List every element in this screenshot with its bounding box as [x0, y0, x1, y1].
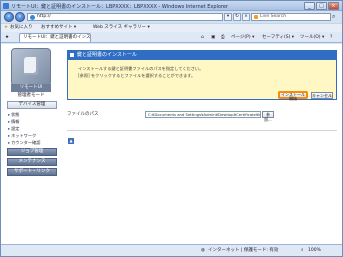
browse-button[interactable]: 参照...: [262, 111, 274, 122]
suggested-sites-link[interactable]: おすすめサイト ▾: [41, 24, 76, 32]
favorites-button[interactable]: お気に入り: [10, 24, 33, 32]
back-to-top-icon[interactable]: ▲: [68, 138, 74, 144]
browser-window: リモートUI：鍵と証明書のインストール：LBPXXXX：LBPXXXX - Wi…: [0, 0, 343, 257]
dialog-body: インストールする鍵と証明書ファイルのパスを指定してください。 [参照] をクリッ…: [67, 60, 337, 101]
ie-page-icon: [30, 15, 35, 20]
tab-bar: ★ リモートUI：鍵と証明書のインストール：LB... ⌂ ▣ ⎙ ページ(P)…: [1, 32, 342, 43]
status-bar: ◍ インターネット | 保護モード: 有効 ⌕ 100%: [1, 244, 342, 256]
file-path-input[interactable]: C:¥Documents and Settings¥Admin¥Desktop¥…: [145, 111, 261, 118]
page-content: リモートUI 管理者モード デバイス管理 状態 情報 設定 ネットワーク カウン…: [1, 44, 342, 244]
address-url: http://: [37, 14, 51, 19]
sidebar-item-status[interactable]: 状態: [8, 112, 19, 118]
favorites-bar: ★ お気に入り おすすめサイト ▾ Web スライス ギャラリー ▾: [1, 23, 342, 32]
back-button[interactable]: ‹: [4, 12, 14, 22]
search-input[interactable]: Live Search ⌕: [251, 13, 335, 21]
cancel-button[interactable]: キャンセル: [311, 92, 333, 99]
job-manager-button[interactable]: ジョブ管理: [7, 148, 57, 156]
title-bar: リモートUI：鍵と証明書のインストール：LBPXXXX：LBPXXXX - Wi…: [1, 1, 342, 11]
sidebar-item-counter[interactable]: カウンター確認: [8, 140, 40, 146]
remote-ui-logo: [11, 48, 51, 86]
maximize-button[interactable]: □: [316, 2, 327, 10]
feeds-icon[interactable]: ▣: [211, 34, 215, 41]
forward-button[interactable]: ›: [15, 12, 25, 22]
search-placeholder: Live Search: [260, 14, 287, 19]
tools-menu[interactable]: ツール(O) ▾: [300, 34, 324, 41]
dialog-title-bar: 鍵と証明書のインストール: [67, 50, 337, 60]
search-icon[interactable]: ⌕: [332, 13, 340, 21]
divider: [67, 130, 337, 131]
refresh-button[interactable]: ↻: [233, 13, 241, 21]
print-icon[interactable]: ⎙: [221, 34, 225, 41]
page-title: 鍵と証明書のインストール: [77, 52, 137, 58]
live-search-icon: [254, 15, 258, 19]
safety-menu[interactable]: セーフティ(S) ▾: [262, 34, 294, 41]
start-install-button[interactable]: インストール開始: [278, 91, 308, 101]
instruction-line-2: [参照] をクリックするとファイルを選択することができます。: [78, 73, 196, 78]
sidebar-item-settings[interactable]: 設定: [8, 126, 19, 132]
address-bar-row: ‹ › http:// ▾ ↻ × Live Search ⌕: [1, 11, 342, 23]
favorites-center-icon[interactable]: ★: [5, 34, 9, 41]
page-menu[interactable]: ページ(P) ▾: [231, 34, 254, 41]
main-panel: 鍵と証明書のインストール インストールする鍵と証明書ファイルのパスを指定してくだ…: [63, 44, 342, 244]
admin-mode-label: 管理者モード: [17, 93, 45, 98]
internet-zone-icon: ◍: [201, 248, 205, 253]
stop-button[interactable]: ×: [242, 13, 250, 21]
page-title-icon: [70, 53, 74, 57]
sidebar: リモートUI 管理者モード デバイス管理 状態 情報 設定 ネットワーク カウン…: [1, 44, 61, 244]
home-icon[interactable]: ⌂: [201, 34, 204, 41]
zoom-icon[interactable]: ⌕: [301, 245, 304, 256]
address-input[interactable]: http://: [27, 13, 223, 21]
window-title: リモートUI：鍵と証明書のインストール：LBPXXXX：LBPXXXX - Wi…: [11, 4, 229, 10]
sidebar-item-info[interactable]: 情報: [8, 119, 19, 125]
help-icon[interactable]: ?: [330, 34, 332, 41]
browser-icon: [3, 3, 9, 9]
tab-remote-ui[interactable]: リモートUI：鍵と証明書のインストール：LB...: [19, 33, 91, 42]
device-manager-button[interactable]: デバイス管理: [7, 101, 57, 109]
support-link-button[interactable]: サポート・リンク: [7, 168, 57, 176]
zone-status: インターネット | 保護モード: 有効: [208, 248, 279, 253]
maintenance-button[interactable]: メンテナンス: [7, 158, 57, 166]
sidebar-item-network[interactable]: ネットワーク: [8, 133, 36, 139]
file-path-label: ファイルのパス: [67, 112, 99, 117]
minimize-button[interactable]: _: [304, 2, 315, 10]
instruction-line-1: インストールする鍵と証明書ファイルのパスを指定してください。: [78, 66, 204, 71]
address-dropdown-button[interactable]: ▾: [224, 13, 232, 21]
web-slice-gallery-link[interactable]: Web スライス ギャラリー ▾: [93, 24, 150, 32]
zoom-level[interactable]: 100%: [308, 245, 321, 256]
close-button[interactable]: ×: [328, 2, 339, 10]
remote-ui-label: リモートUI: [11, 84, 51, 92]
favorites-star-icon: ★: [4, 25, 9, 30]
